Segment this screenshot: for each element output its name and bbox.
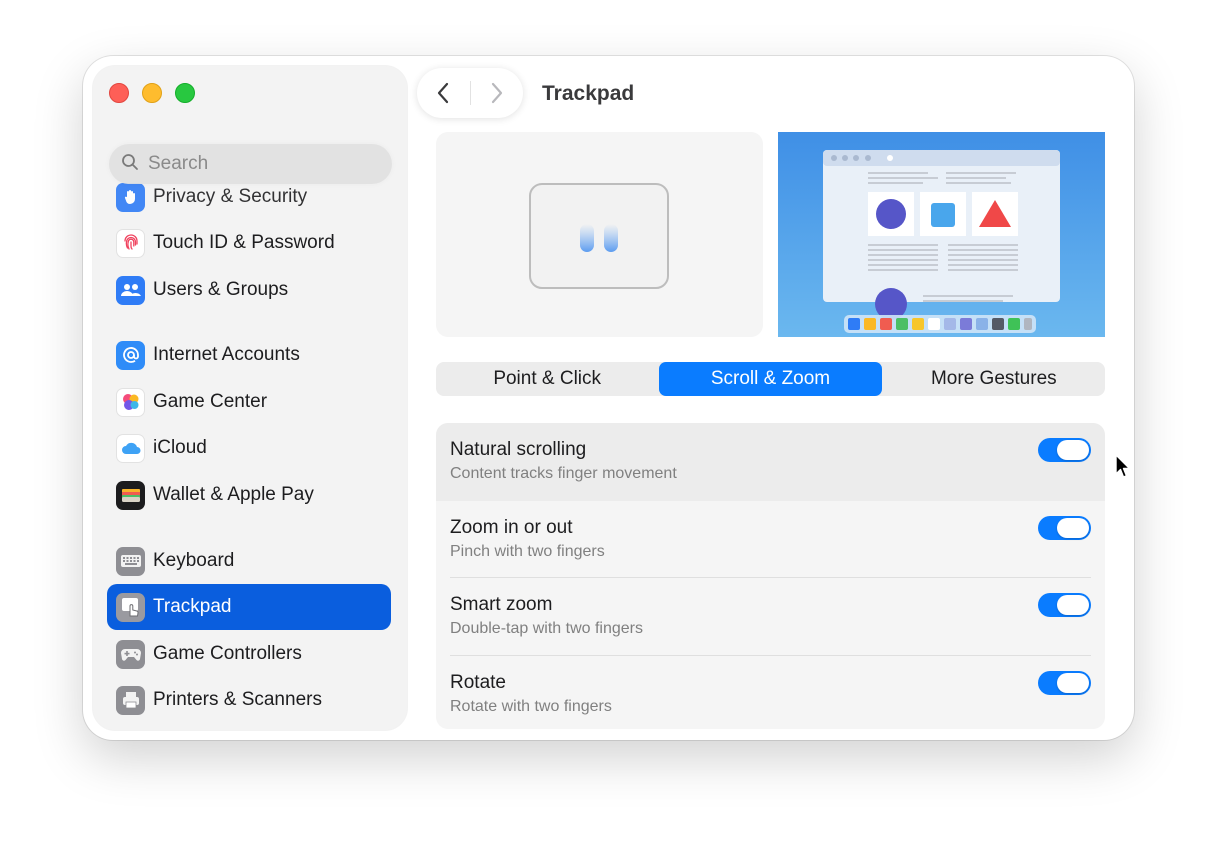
back-button[interactable] xyxy=(417,68,470,118)
setting-row-natural-scrolling: Natural scrolling Content tracks finger … xyxy=(436,423,1105,501)
sidebar-item-keyboard[interactable]: Keyboard xyxy=(107,538,391,584)
sidebar-item-game-controllers[interactable]: Game Controllers xyxy=(107,631,391,677)
smart-zoom-toggle[interactable] xyxy=(1038,593,1091,617)
setting-subtitle: Pinch with two fingers xyxy=(450,542,605,560)
page-title: Trackpad xyxy=(542,82,635,105)
setting-title: Zoom in or out xyxy=(450,516,573,538)
sidebar-item-label: Touch ID & Password xyxy=(153,232,335,253)
sidebar-item-label: Privacy & Security xyxy=(153,186,308,207)
tab-scroll-zoom[interactable]: Scroll & Zoom xyxy=(659,362,882,396)
setting-title: Natural scrolling xyxy=(450,439,587,460)
sidebar-item-touch-id[interactable]: Touch ID & Password xyxy=(107,220,391,266)
sidebar-item-label: iCloud xyxy=(153,437,207,458)
at-icon xyxy=(116,340,145,370)
settings-window: Search Privacy & Security Touch ID & Pas… xyxy=(83,56,1134,740)
sidebar-item-label: Trackpad xyxy=(153,596,232,617)
search-field[interactable]: Search xyxy=(109,144,392,184)
search-icon xyxy=(121,153,139,176)
zoom-window-button[interactable] xyxy=(175,83,195,103)
setting-subtitle: Content tracks finger movement xyxy=(450,465,677,482)
navigation-buttons xyxy=(417,68,523,118)
sidebar-item-label: Game Controllers xyxy=(153,643,302,664)
sidebar-item-printers[interactable]: Printers & Scanners xyxy=(107,677,391,723)
desktop-preview-image xyxy=(778,132,1105,337)
sidebar-item-trackpad[interactable]: Trackpad xyxy=(107,584,391,630)
chevron-left-icon xyxy=(438,82,449,104)
mouse-pointer-icon xyxy=(1115,454,1131,478)
sidebar-item-wallet[interactable]: Wallet & Apple Pay xyxy=(107,472,391,518)
content-pane: Trackpad Point & Click Scroll & Zoom Mor… xyxy=(407,56,1134,740)
trackpad-icon xyxy=(116,592,145,622)
sidebar-item-label: Game Center xyxy=(153,391,268,412)
minimize-window-button[interactable] xyxy=(142,83,162,103)
setting-title: Smart zoom xyxy=(450,594,553,615)
sidebar-item-label: Users & Groups xyxy=(153,279,289,300)
search-placeholder: Search xyxy=(148,153,209,174)
setting-row-rotate: Rotate Rotate with two fingers xyxy=(436,656,1105,730)
setting-title: Rotate xyxy=(450,671,506,693)
trackpad-gesture-icon xyxy=(529,183,669,289)
natural-scrolling-toggle[interactable] xyxy=(1038,438,1091,462)
sidebar-item-label: Printers & Scanners xyxy=(153,689,322,710)
tab-more-gestures[interactable]: More Gestures xyxy=(883,362,1105,396)
setting-row-smart-zoom: Smart zoom Double-tap with two fingers xyxy=(436,578,1105,656)
printer-icon xyxy=(116,685,145,715)
setting-row-zoom-in-out: Zoom in or out Pinch with two fingers xyxy=(436,501,1105,578)
hand-icon xyxy=(116,182,145,212)
setting-subtitle: Double-tap with two fingers xyxy=(450,620,643,637)
sidebar-item-users-groups[interactable]: Users & Groups xyxy=(107,267,391,313)
keyboard-icon xyxy=(116,546,145,576)
sidebar-item-label: Internet Accounts xyxy=(153,344,300,365)
users-icon xyxy=(116,275,145,305)
gamepad-icon xyxy=(116,639,145,669)
rotate-toggle[interactable] xyxy=(1038,670,1091,695)
game-center-icon xyxy=(116,387,145,417)
forward-button[interactable] xyxy=(470,68,523,118)
sidebar-item-game-center[interactable]: Game Center xyxy=(107,379,391,425)
sidebar-item-icloud[interactable]: iCloud xyxy=(107,425,391,471)
cloud-icon xyxy=(116,433,145,463)
fingerprint-icon xyxy=(116,228,145,258)
gesture-preview xyxy=(436,132,763,337)
sidebar-item-internet-accounts[interactable]: Internet Accounts xyxy=(107,332,391,378)
settings-list: Natural scrolling Content tracks finger … xyxy=(436,423,1105,729)
sidebar-item-label: Keyboard xyxy=(153,550,235,571)
sidebar: Search Privacy & Security Touch ID & Pas… xyxy=(93,66,407,730)
setting-subtitle: Rotate with two fingers xyxy=(450,697,612,715)
sidebar-item-label: Wallet & Apple Pay xyxy=(153,484,314,505)
tab-point-click[interactable]: Point & Click xyxy=(436,362,658,396)
tab-bar: Point & Click Scroll & Zoom More Gesture… xyxy=(436,362,1105,396)
zoom-in-out-toggle[interactable] xyxy=(1038,515,1091,540)
close-window-button[interactable] xyxy=(109,83,129,103)
chevron-right-icon xyxy=(491,82,502,104)
wallet-icon xyxy=(116,480,145,510)
